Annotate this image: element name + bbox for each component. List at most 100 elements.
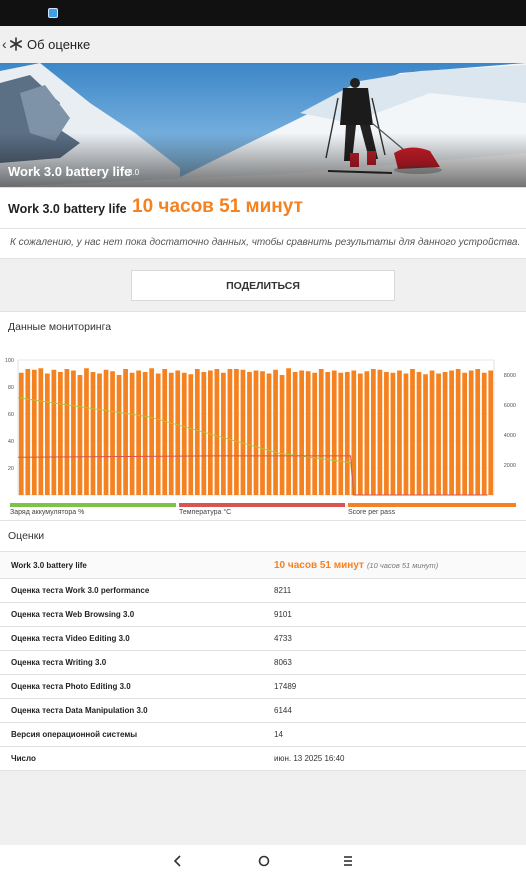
result-card: Work 3.0 battery life 10 часов 51 минут — [0, 187, 526, 229]
legend-score: Score per pass — [348, 503, 516, 519]
score-bar — [77, 375, 83, 495]
score-bar — [423, 374, 428, 495]
score-bar — [25, 369, 31, 495]
score-bar — [110, 371, 115, 495]
nav-home-icon[interactable] — [256, 853, 272, 869]
score-value: 8063 — [274, 658, 292, 667]
nav-back-icon[interactable] — [170, 853, 186, 869]
y-right-tick-label: 6000 — [504, 403, 516, 409]
score-bar — [299, 370, 305, 495]
y-right-tick-label: 4000 — [504, 433, 516, 439]
score-bar — [194, 369, 200, 495]
y-left-tick-label: 60 — [8, 412, 14, 418]
hero-version: 3.0 — [128, 168, 140, 177]
score-bar — [455, 369, 461, 495]
table-row: Оценка теста Web Browsing 3.0 9101 — [0, 603, 526, 627]
score-bar — [227, 369, 233, 495]
score-value: 14 — [274, 730, 283, 739]
score-bar — [481, 372, 487, 495]
y-right-tick-label: 8000 — [504, 373, 516, 379]
table-row: Оценка теста Photo Editing 3.0 17489 — [0, 675, 526, 699]
page-title: Об оценке — [27, 37, 91, 52]
y-right-tick-label: 2000 — [504, 463, 516, 469]
score-value-sub: (10 часов 51 минут) — [366, 561, 439, 570]
table-row: Число июн. 13 2025 16:40 — [0, 747, 526, 771]
notification-icon — [48, 8, 58, 18]
score-bar — [18, 372, 24, 495]
score-bar — [168, 372, 174, 495]
score-label: Work 3.0 battery life — [11, 561, 87, 570]
scores-header: Оценки — [0, 521, 526, 551]
note-text: К сожалению, у нас нет пока достаточно д… — [10, 237, 521, 248]
score-bar — [240, 369, 246, 495]
score-bar — [90, 372, 96, 495]
score-bar — [266, 373, 272, 495]
score-bar — [384, 372, 389, 495]
score-bar — [129, 372, 135, 495]
score-bar — [97, 373, 102, 495]
score-bar — [462, 372, 468, 495]
score-bar — [64, 369, 70, 495]
legend-temperature-swatch — [179, 503, 345, 507]
result-label: Work 3.0 battery life — [8, 202, 127, 216]
score-bar — [260, 371, 265, 495]
score-bar — [221, 372, 226, 495]
y-left-tick-label: 100 — [5, 358, 14, 364]
score-bar — [410, 369, 415, 495]
score-bar — [357, 373, 363, 495]
score-bar — [331, 370, 337, 495]
score-bar — [344, 372, 350, 495]
score-bar — [247, 372, 252, 495]
score-bar — [449, 370, 454, 495]
score-label: Версия операционной системы — [11, 730, 138, 739]
result-value: 10 часов 51 минут — [132, 196, 303, 217]
legend-temperature-label: Температура °C — [179, 509, 232, 516]
score-bar — [436, 373, 441, 495]
y-left-tick-label: 40 — [8, 439, 14, 445]
table-row: Work 3.0 battery life 10 часов 51 минут(… — [0, 552, 526, 579]
score-bar — [253, 370, 259, 495]
legend-battery-label: Заряд аккумулятора % — [10, 509, 85, 516]
score-label: Оценка теста Writing 3.0 — [11, 658, 107, 667]
score-bar — [162, 369, 168, 495]
score-bar — [136, 370, 141, 495]
score-bar — [123, 369, 128, 495]
nav-recents-icon[interactable] — [340, 853, 356, 869]
legend-battery-swatch — [10, 503, 176, 507]
score-value-main: 10 часов 51 минут — [274, 560, 364, 571]
score-bar — [234, 369, 239, 495]
score-bar — [71, 370, 76, 495]
app-bar: ‹ Об оценке — [0, 26, 526, 63]
legend-temperature: Температура °C — [179, 503, 345, 519]
legend-battery: Заряд аккумулятора % — [10, 503, 176, 519]
score-label: Оценка теста Web Browsing 3.0 — [11, 610, 135, 619]
monitoring-chart: 100806040208000600040002000Pass 0Pass 20… — [5, 358, 516, 496]
score-bar — [292, 372, 298, 495]
score-value: 8211 — [274, 586, 292, 595]
score-bar — [364, 371, 370, 495]
score-bar — [475, 369, 481, 495]
score-bar — [397, 370, 402, 495]
score-bar — [371, 369, 376, 495]
score-bar — [468, 370, 474, 495]
y-left-tick-label: 80 — [8, 385, 14, 391]
score-bar — [390, 372, 396, 495]
score-label: Оценка теста Work 3.0 performance — [11, 586, 150, 595]
score-bar — [377, 369, 383, 495]
hero-title: Work 3.0 battery life — [8, 164, 132, 179]
table-row: Оценка теста Video Editing 3.0 4733 — [0, 627, 526, 651]
y-left-tick-label: 20 — [8, 466, 14, 472]
score-bar — [142, 372, 148, 495]
score-bar — [273, 369, 278, 495]
score-value: июн. 13 2025 16:40 — [274, 754, 345, 763]
score-bar — [279, 375, 285, 495]
share-button[interactable]: ПОДЕЛИТЬСЯ — [131, 270, 395, 301]
snowflake-icon[interactable] — [9, 37, 23, 51]
score-bar — [214, 369, 220, 495]
score-bar — [44, 373, 50, 495]
monitoring-title: Данные мониторинга — [8, 321, 112, 333]
score-bar — [84, 368, 89, 495]
score-label: Оценка теста Video Editing 3.0 — [11, 634, 130, 643]
table-row: Версия операционной системы 14 — [0, 723, 526, 747]
score-label: Оценка теста Photo Editing 3.0 — [11, 682, 131, 691]
